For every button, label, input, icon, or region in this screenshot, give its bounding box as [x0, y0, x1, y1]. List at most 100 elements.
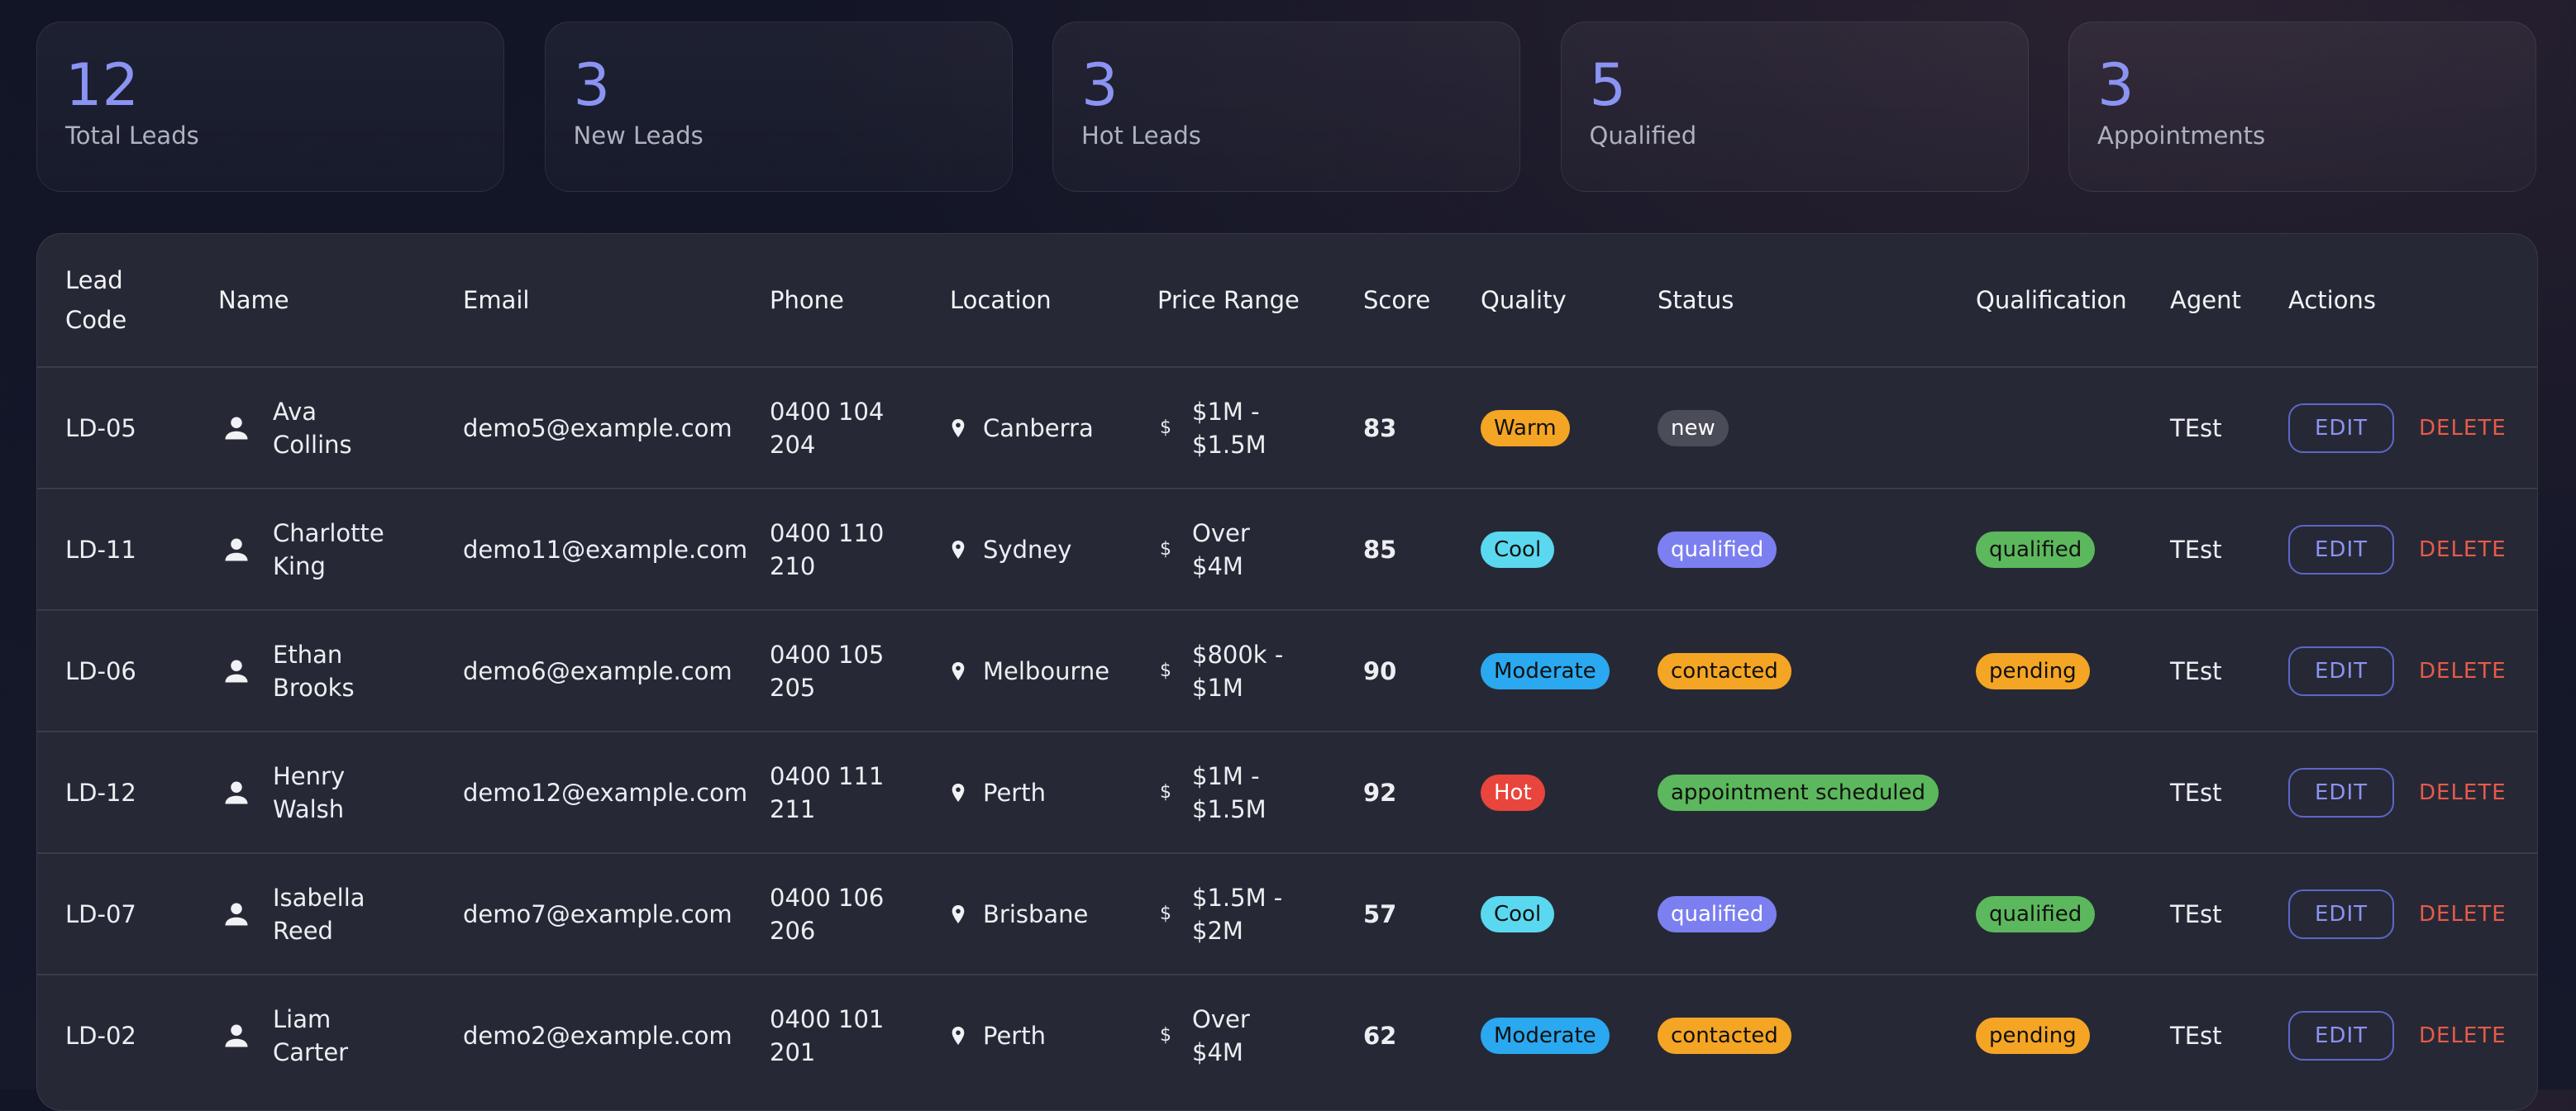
phone-cell: 0400 105 205: [742, 609, 922, 732]
dollar-icon: $: [1160, 538, 1171, 560]
agent-cell: TEst: [2142, 488, 2260, 610]
location-pin-icon: [950, 1026, 966, 1045]
phone-value: 0400 110 210: [770, 518, 885, 580]
stat-card-appointments: 3 Appointments: [2068, 21, 2536, 192]
edit-button[interactable]: EDIT: [2288, 767, 2394, 818]
phone-value: 0400 104 204: [770, 397, 885, 459]
price-value: $1M - $1.5M: [1192, 397, 1267, 459]
person-icon: [220, 899, 253, 929]
qualification-badge: pending: [1976, 1017, 2090, 1054]
location-pin-icon: [950, 783, 966, 802]
score-cell: 62: [1335, 974, 1453, 1095]
table-row[interactable]: LD-06 Ethan Brooks demo6@example.com 0400 1…: [37, 609, 2537, 732]
header-phone[interactable]: Phone: [742, 234, 922, 367]
stat-card-total-leads: 12 Total Leads: [36, 21, 504, 192]
stat-value: 3: [2097, 51, 2135, 119]
header-qualification[interactable]: Qualification: [1948, 234, 2142, 367]
edit-button[interactable]: EDIT: [2288, 646, 2394, 696]
stat-value: 3: [573, 51, 611, 119]
header-quality[interactable]: Quality: [1453, 234, 1629, 367]
lead-code: LD-05: [37, 366, 190, 489]
table-row[interactable]: LD-12 Henry Walsh demo12@example.com 0400 1…: [37, 731, 2537, 853]
header-agent[interactable]: Agent: [2142, 234, 2260, 367]
table-row[interactable]: LD-05 Ava Collins demo5@example.com 0400 10…: [37, 366, 2537, 489]
person-icon: [220, 413, 253, 443]
status-badge: qualified: [1658, 531, 1777, 568]
price-value: $1M - $1.5M: [1192, 761, 1267, 823]
name-cell: Henry Walsh: [190, 731, 435, 853]
dollar-icon: $: [1160, 417, 1171, 438]
price-cell: $ $800k - $1M: [1129, 609, 1335, 732]
qualification-cell: [1948, 731, 2142, 853]
header-email[interactable]: Email: [435, 234, 742, 367]
stat-label: Hot Leads: [1081, 122, 1201, 150]
edit-button[interactable]: EDIT: [2288, 403, 2394, 453]
price-cell: $ Over $4M: [1129, 488, 1335, 610]
status-badge: contacted: [1658, 652, 1791, 689]
quality-badge: Cool: [1481, 895, 1555, 932]
header-name[interactable]: Name: [190, 234, 435, 367]
dollar-icon: $: [1160, 781, 1171, 803]
edit-button[interactable]: EDIT: [2288, 889, 2394, 939]
location-pin-icon: [950, 661, 966, 680]
table-header-row: Lead Code Name Email Phone Location Pric…: [37, 234, 2537, 367]
location-value: Sydney: [983, 535, 1072, 564]
lead-name: Ethan Brooks: [273, 640, 355, 702]
delete-button[interactable]: DELETE: [2419, 1019, 2507, 1052]
delete-button[interactable]: DELETE: [2419, 533, 2507, 566]
leads-table: Lead Code Name Email Phone Location Pric…: [37, 234, 2537, 1095]
delete-button[interactable]: DELETE: [2419, 412, 2507, 445]
actions-cell: EDIT DELETE: [2260, 974, 2537, 1095]
price-cell: $ $1.5M - $2M: [1129, 852, 1335, 975]
header-lead-code[interactable]: Lead Code: [37, 234, 190, 367]
table-row[interactable]: LD-07 Isabella Reed demo7@example.com 0400 …: [37, 852, 2537, 975]
email-cell: demo11@example.com: [435, 488, 747, 610]
status-cell: qualified: [1629, 488, 1948, 610]
table-row[interactable]: LD-11 Charlotte King demo11@example.com 040…: [37, 488, 2537, 610]
location-cell: Sydney: [922, 488, 1129, 610]
email-cell: demo5@example.com: [435, 366, 742, 489]
stats-row: 12 Total Leads 3 New Leads 3 Hot Leads 5…: [36, 21, 2536, 192]
header-location[interactable]: Location: [922, 234, 1129, 367]
edit-button[interactable]: EDIT: [2288, 1010, 2394, 1061]
dollar-icon: $: [1160, 1024, 1171, 1046]
status-cell: appointment scheduled: [1629, 731, 1948, 853]
score-cell: 90: [1335, 609, 1453, 732]
qualification-badge: pending: [1976, 652, 2090, 689]
lead-name: Charlotte King: [273, 518, 384, 580]
score-cell: 57: [1335, 852, 1453, 975]
email-cell: demo12@example.com: [435, 731, 747, 853]
stat-card-new-leads: 3 New Leads: [544, 21, 1013, 192]
location-cell: Melbourne: [922, 609, 1129, 732]
phone-cell: 0400 111 211: [742, 731, 922, 853]
qualification-badge: qualified: [1976, 531, 2096, 568]
stat-value: 5: [1589, 51, 1627, 119]
edit-button[interactable]: EDIT: [2288, 524, 2394, 575]
price-value: Over $4M: [1192, 1004, 1250, 1066]
phone-value: 0400 111 211: [770, 761, 885, 823]
lead-name: Henry Walsh: [273, 761, 346, 823]
stat-card-qualified: 5 Qualified: [1560, 21, 2029, 192]
dollar-icon: $: [1160, 660, 1171, 681]
table-row[interactable]: LD-02 Liam Carter demo2@example.com 0400 10…: [37, 974, 2537, 1095]
header-price-range[interactable]: Price Range: [1129, 234, 1335, 367]
delete-button[interactable]: DELETE: [2419, 776, 2507, 809]
agent-cell: TEst: [2142, 974, 2260, 1095]
delete-button[interactable]: DELETE: [2419, 655, 2507, 688]
stat-label: Appointments: [2097, 122, 2266, 150]
score-cell: 85: [1335, 488, 1453, 610]
stat-card-hot-leads: 3 Hot Leads: [1052, 21, 1520, 192]
email-cell: demo2@example.com: [435, 974, 742, 1095]
delete-button[interactable]: DELETE: [2419, 898, 2507, 931]
agent-cell: TEst: [2142, 609, 2260, 732]
price-value: $1.5M - $2M: [1192, 883, 1283, 945]
email-cell: demo7@example.com: [435, 852, 742, 975]
price-cell: $ $1M - $1.5M: [1129, 731, 1335, 853]
status-badge: contacted: [1658, 1017, 1791, 1054]
price-value: $800k - $1M: [1192, 640, 1284, 702]
header-status[interactable]: Status: [1629, 234, 1948, 367]
location-value: Melbourne: [983, 656, 1110, 685]
stat-value: 12: [65, 51, 140, 119]
phone-cell: 0400 104 204: [742, 366, 922, 489]
header-score[interactable]: Score: [1335, 234, 1453, 367]
